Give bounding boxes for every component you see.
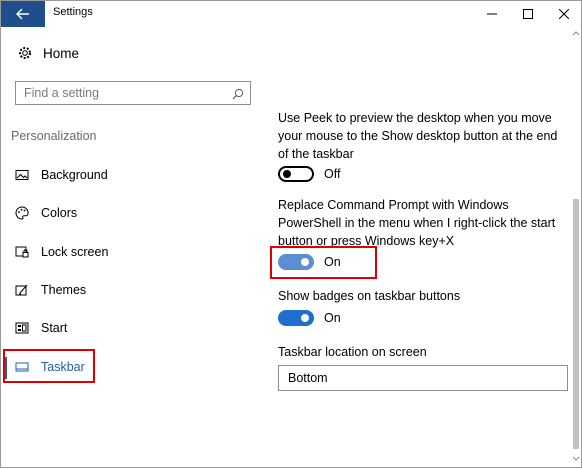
minimize-button[interactable] — [475, 1, 509, 27]
gear-icon — [17, 45, 33, 61]
themes-icon — [15, 283, 29, 297]
home-label: Home — [43, 45, 80, 61]
highlight-box-powershell-toggle — [270, 246, 377, 279]
start-icon — [15, 321, 29, 335]
badges-toggle[interactable] — [278, 310, 314, 326]
back-arrow-icon — [16, 8, 29, 20]
maximize-button[interactable] — [511, 1, 545, 27]
scrollbar[interactable] — [571, 27, 581, 467]
maximize-icon — [523, 9, 533, 19]
toggle-knob — [301, 314, 309, 322]
toggle-knob — [283, 170, 291, 178]
palette-icon — [15, 206, 29, 220]
highlight-box-taskbar — [3, 349, 95, 383]
sidebar-item-colors[interactable]: Colors — [15, 201, 77, 225]
sidebar-item-label: Lock screen — [41, 245, 109, 259]
lock-screen-icon — [15, 245, 29, 259]
back-button[interactable] — [1, 1, 45, 27]
home-link[interactable]: Home — [17, 45, 79, 61]
peek-toggle-row[interactable]: Off — [278, 166, 340, 182]
peek-toggle[interactable] — [278, 166, 314, 182]
close-button[interactable] — [547, 1, 581, 27]
sidebar-item-label: Background — [41, 168, 108, 182]
location-label: Taskbar location on screen — [278, 345, 427, 359]
sidebar-item-label: Colors — [41, 206, 78, 220]
taskbar-location-select[interactable]: Bottom — [278, 365, 568, 391]
peek-state-label: Off — [324, 167, 341, 181]
search-icon[interactable] — [232, 87, 244, 100]
scroll-down-icon[interactable] — [572, 455, 580, 463]
window-title: Settings — [53, 6, 93, 18]
sidebar-item-background[interactable]: Background — [15, 163, 108, 187]
minimize-icon — [487, 13, 497, 15]
scroll-up-icon[interactable] — [572, 29, 580, 37]
search-input[interactable] — [16, 82, 216, 104]
close-icon — [559, 9, 569, 19]
search-box[interactable] — [15, 81, 251, 105]
sidebar-item-label: Themes — [41, 283, 87, 297]
sidebar-item-label: Start — [41, 321, 68, 335]
badges-toggle-row[interactable]: On — [278, 310, 341, 326]
powershell-description: Replace Command Prompt with Windows Powe… — [278, 198, 556, 248]
settings-window: Settings Home Personalization Background — [0, 0, 582, 468]
peek-description: Use Peek to preview the desktop when you… — [278, 111, 558, 161]
sidebar-item-themes[interactable]: Themes — [15, 278, 86, 302]
location-selected-value: Bottom — [288, 371, 328, 385]
sidebar-item-start[interactable]: Start — [15, 316, 67, 340]
scroll-thumb[interactable] — [573, 199, 579, 449]
background-icon — [15, 168, 29, 182]
sidebar-item-lock-screen[interactable]: Lock screen — [15, 240, 108, 264]
title-bar: Settings — [1, 1, 581, 27]
badges-state-label: On — [324, 311, 341, 325]
section-label-personalization: Personalization — [11, 129, 97, 143]
badges-description: Show badges on taskbar buttons — [278, 289, 461, 303]
